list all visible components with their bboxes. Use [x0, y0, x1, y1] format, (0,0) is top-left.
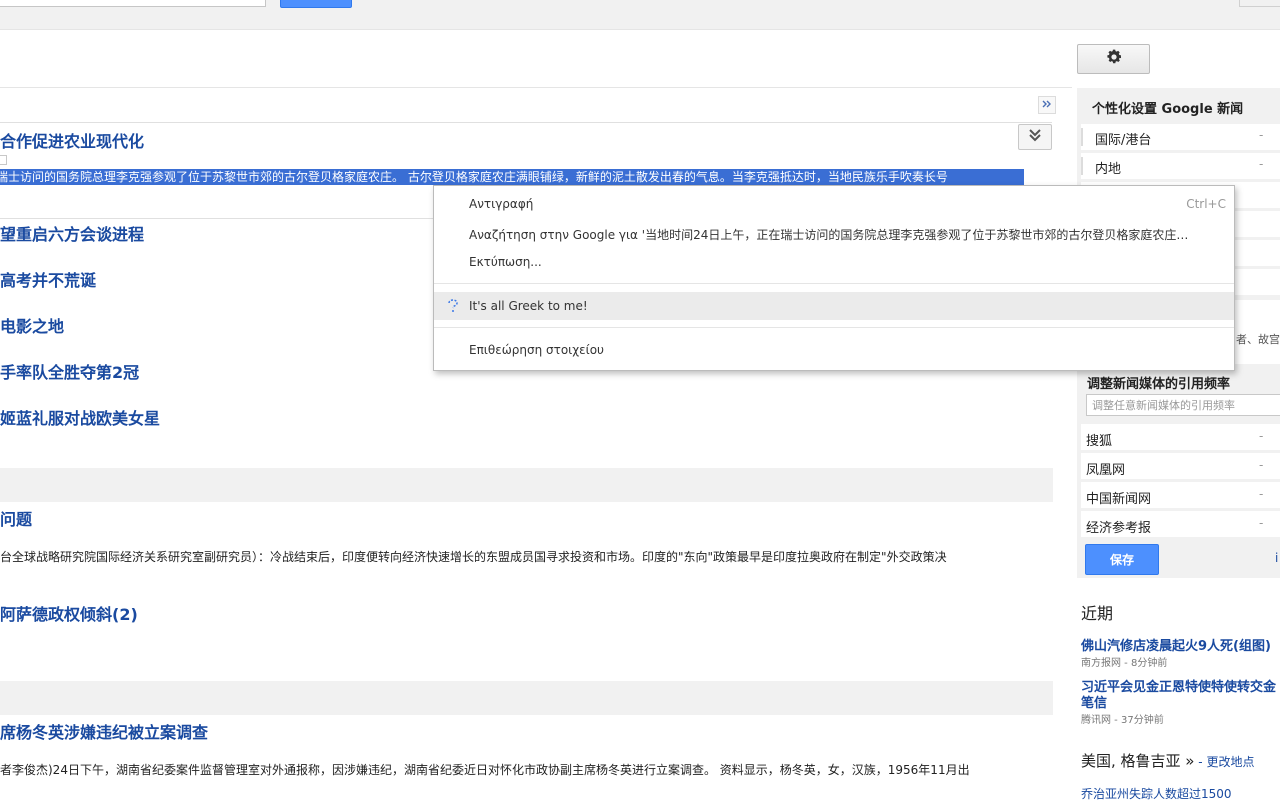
recent-headline-cont[interactable]: 笔信: [1081, 692, 1107, 711]
double-chevron-right-icon: [1042, 99, 1052, 112]
menu-item-label: It's all Greek to me!: [469, 299, 588, 313]
thumbnail-edge: [0, 155, 7, 165]
section-header: [0, 468, 1053, 502]
gear-icon: [1105, 48, 1123, 70]
account-button[interactable]: [1239, 0, 1280, 7]
menu-item-copy[interactable]: Αντιγραφή Ctrl+C: [434, 190, 1234, 218]
save-button[interactable]: 保存: [1085, 544, 1159, 575]
section-slider-row[interactable]: 内地 -: [1081, 153, 1280, 180]
menu-separator: [434, 283, 1234, 284]
story-headline[interactable]: 姬蓝礼服对战欧美女星: [0, 405, 160, 429]
settings-button[interactable]: [1077, 44, 1150, 74]
menu-item-label: Αναζήτηση στην Google για '当地时间24日上午，正在瑞…: [469, 228, 1189, 242]
section-slider-row[interactable]: 国际/港台 -: [1081, 124, 1280, 151]
location-title: 美国, 格鲁吉亚 » - 更改地点: [1081, 750, 1254, 771]
story-headline[interactable]: 高考并不荒诞: [0, 267, 96, 291]
location-name: 美国, 格鲁吉亚 »: [1081, 752, 1195, 770]
expand-button[interactable]: [1018, 124, 1052, 150]
double-chevron-down-icon: [1027, 127, 1043, 147]
recent-title: 近期: [1081, 604, 1114, 623]
media-label: 经济参考报: [1086, 521, 1152, 536]
slider-indicator: -: [1259, 429, 1264, 443]
media-label: 中国新闻网: [1086, 492, 1152, 507]
question-icon: [445, 298, 461, 317]
story-snippet: 者李俊杰)24日下午，湖南省纪委案件监督管理室对外通报称，因涉嫌违纪，湖南省纪委…: [0, 763, 970, 777]
menu-item-label: Επιθεώρηση στοιχείου: [469, 343, 604, 357]
story-headline[interactable]: 席杨冬英涉嫌违纪被立案调查: [0, 719, 208, 743]
local-headline[interactable]: 乔治亚州失踪人数超过1500: [1081, 785, 1232, 802]
change-location-link[interactable]: - 更改地点: [1194, 755, 1254, 769]
media-search-input[interactable]: 调整任意新闻媒体的引用频率: [1086, 394, 1280, 416]
recent-source: 腾讯网 - 37分钟前: [1081, 715, 1164, 726]
slider-indicator: -: [1259, 516, 1264, 530]
media-row[interactable]: 中国新闻网 -: [1081, 482, 1280, 508]
personalize-title: 个性化设置 Google 新闻: [1092, 102, 1244, 117]
story-headline[interactable]: 合作促进农业现代化: [0, 128, 144, 152]
menu-item-inspect[interactable]: Επιθεώρηση στοιχείου: [434, 336, 1234, 364]
collapse-button[interactable]: [1038, 96, 1056, 114]
story-headline[interactable]: 手率队全胜夺第2冠: [0, 359, 139, 383]
selected-snippet[interactable]: 瑞士访问的国务院总理李克强参观了位于苏黎世市郊的古尔登贝格家庭农庄。 古尔登贝格…: [0, 169, 1024, 185]
slider-indicator: -: [1259, 128, 1264, 142]
reset-link[interactable]: i: [1275, 551, 1278, 565]
context-menu: Αντιγραφή Ctrl+C Αναζήτηση στην Google γ…: [433, 185, 1235, 371]
section-label: 国际/港台: [1095, 133, 1152, 148]
menu-item-label: Αντιγραφή: [469, 197, 534, 211]
menu-shortcut: Ctrl+C: [1186, 197, 1226, 211]
story-headline[interactable]: 问题: [0, 506, 32, 530]
menu-item-label: Εκτύπωση...: [469, 255, 542, 269]
recent-headline[interactable]: 习近平会见金正恩特使特使转交金: [1081, 676, 1276, 695]
divider: [0, 87, 1072, 88]
keyword-text: 者、故宫: [1236, 333, 1280, 346]
media-row[interactable]: 凤凰网 -: [1081, 453, 1280, 479]
slider-indicator: -: [1259, 487, 1264, 501]
media-row[interactable]: 搜狐 -: [1081, 424, 1280, 450]
recent-source: 南方报网 - 8分钟前: [1081, 658, 1168, 669]
media-label: 搜狐: [1086, 434, 1113, 449]
section-header: [0, 681, 1053, 715]
menu-item-extension[interactable]: It's all Greek to me!: [434, 292, 1234, 320]
recent-headline[interactable]: 佛山汽修店凌晨起火9人死(组图): [1081, 635, 1271, 654]
story-headline[interactable]: 电影之地: [0, 313, 64, 337]
media-label: 凤凰网: [1086, 463, 1126, 478]
story-headline[interactable]: 望重启六方会谈进程: [0, 221, 144, 245]
menu-separator: [434, 327, 1234, 328]
media-row[interactable]: 经济参考报 -: [1081, 511, 1280, 537]
slider-indicator: -: [1259, 458, 1264, 472]
menu-item-print[interactable]: Εκτύπωση...: [434, 248, 1234, 276]
story-headline[interactable]: 阿萨德政权倾斜(2): [0, 601, 138, 625]
slider-indicator: -: [1259, 157, 1264, 171]
search-button[interactable]: [280, 0, 352, 8]
menu-item-search[interactable]: Αναζήτηση στην Google για '当地时间24日上午，正在瑞…: [434, 219, 1234, 247]
media-title: 调整新闻媒体的引用频率: [1087, 377, 1231, 392]
search-input[interactable]: [0, 0, 266, 7]
story-snippet: 台全球战略研究院国际经济关系研究室副研究员）：冷战结束后，印度便转向经济快速增长…: [0, 550, 947, 564]
section-label: 内地: [1095, 162, 1122, 177]
